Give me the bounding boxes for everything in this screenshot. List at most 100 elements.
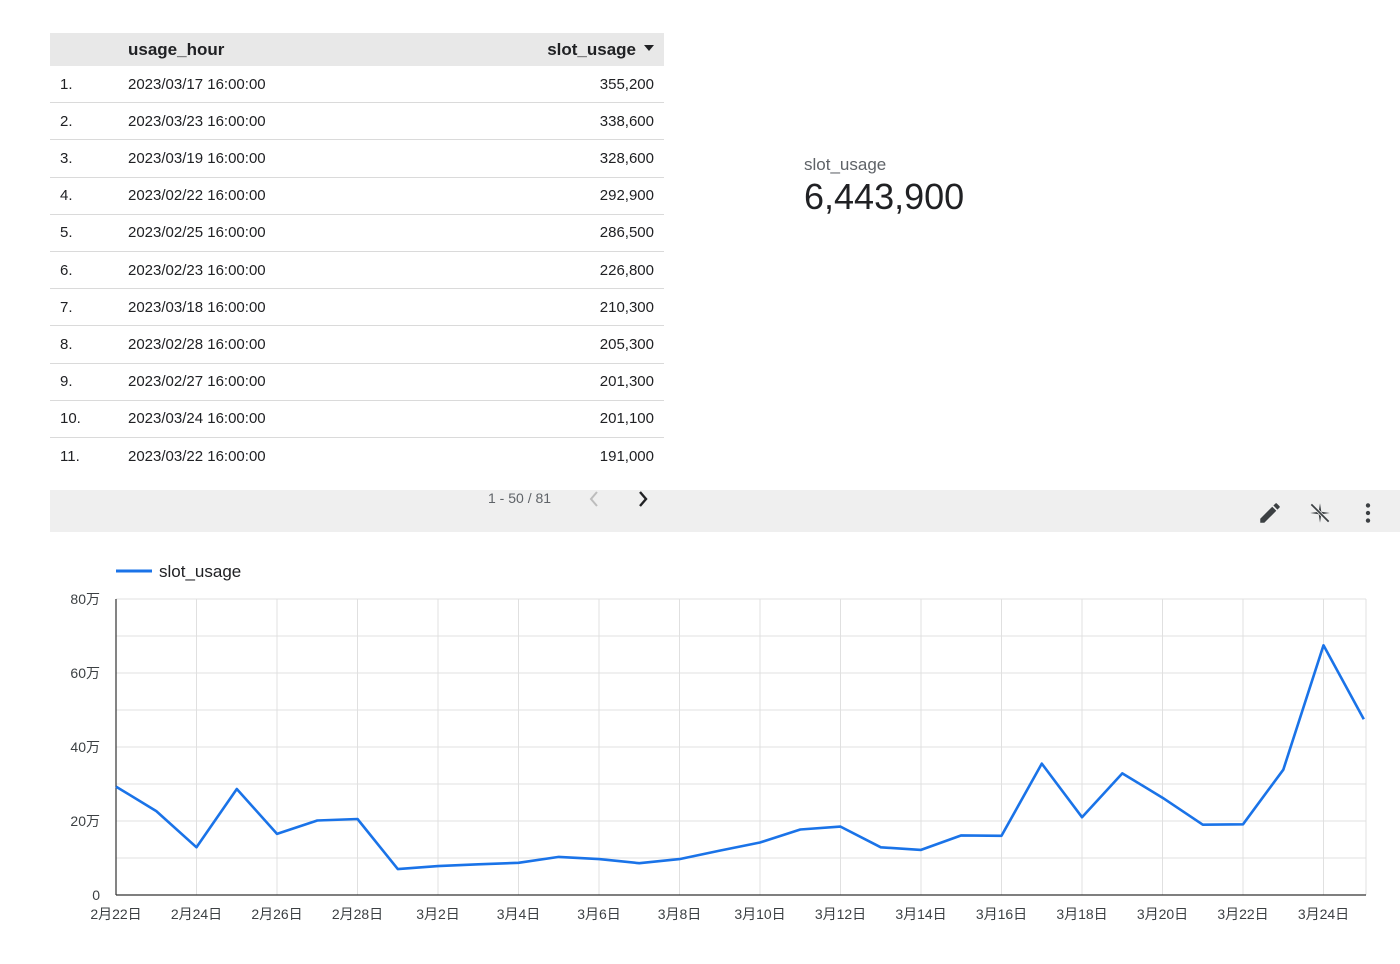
data-point[interactable]	[1077, 812, 1087, 822]
row-index: 11.	[60, 447, 80, 465]
usage-hour-cell: 2023/03/24 16:00:00	[128, 410, 266, 428]
data-point[interactable]	[755, 837, 765, 847]
data-point[interactable]	[393, 864, 403, 874]
chart-axes: 0 20万 40万 60万 80万 2月22日 2月24日 2月26日 2月28日 3月2日 3月4…	[70, 591, 1366, 922]
data-point[interactable]	[151, 806, 161, 816]
chevron-right-icon	[639, 491, 648, 507]
x-tick-label: 3月10日	[734, 906, 785, 922]
series-layer	[111, 640, 1369, 874]
x-tick-label: 3月2日	[416, 906, 460, 922]
data-point[interactable]	[795, 825, 805, 835]
data-point[interactable]	[956, 830, 966, 840]
usage-hour-cell: 2023/02/23 16:00:00	[128, 261, 266, 279]
data-point[interactable]	[1359, 714, 1369, 724]
x-tick-label: 2月22日	[90, 906, 141, 922]
row-index: 7.	[60, 298, 73, 316]
data-point[interactable]	[1238, 819, 1248, 829]
data-point[interactable]	[312, 816, 322, 826]
data-point[interactable]	[594, 854, 604, 864]
table-row[interactable]: 5. 2023/02/25 16:00:00 286,500	[50, 215, 664, 252]
x-tick-label: 3月12日	[815, 906, 866, 922]
x-tick-label: 3月4日	[497, 906, 541, 922]
x-tick-label: 2月28日	[332, 906, 383, 922]
data-point[interactable]	[1037, 759, 1047, 769]
data-point[interactable]	[554, 852, 564, 862]
data-point[interactable]	[836, 822, 846, 832]
row-index: 5.	[60, 224, 73, 242]
explore-button[interactable]	[1307, 500, 1333, 526]
table-row[interactable]: 9. 2023/02/27 16:00:00 201,300	[50, 364, 664, 401]
table-row[interactable]: 10. 2023/03/24 16:00:00 201,100	[50, 401, 664, 438]
data-point[interactable]	[876, 842, 886, 852]
sort-desc-icon	[644, 45, 654, 52]
next-page-button[interactable]	[632, 488, 654, 510]
data-point[interactable]	[1158, 793, 1168, 803]
data-point[interactable]	[192, 842, 202, 852]
data-point[interactable]	[715, 846, 725, 856]
table-row[interactable]: 1. 2023/03/17 16:00:00 355,200	[50, 66, 664, 104]
edit-button[interactable]	[1257, 500, 1283, 526]
slot-usage-cell: 338,600	[599, 112, 654, 130]
table-row[interactable]: 2. 2023/03/23 16:00:00 338,600	[50, 103, 664, 141]
usage-hour-cell: 2023/02/27 16:00:00	[128, 373, 266, 391]
data-point[interactable]	[473, 859, 483, 869]
row-index: 4.	[60, 187, 73, 205]
table-row[interactable]: 7. 2023/03/18 16:00:00 210,300	[50, 289, 664, 327]
table-row[interactable]: 4. 2023/02/22 16:00:00 292,900	[50, 178, 664, 215]
table-row[interactable]: 3. 2023/03/19 16:00:00 328,600	[50, 140, 664, 178]
prev-page-button[interactable]	[584, 488, 606, 510]
x-tick-label: 2月26日	[251, 906, 302, 922]
x-tick-label: 3月24日	[1298, 906, 1349, 922]
data-point[interactable]	[1319, 640, 1329, 650]
slot-usage-cell: 355,200	[599, 75, 654, 93]
data-point[interactable]	[634, 858, 644, 868]
x-tick-label: 2月24日	[171, 906, 222, 922]
usage-hour-cell: 2023/03/18 16:00:00	[128, 298, 266, 316]
table-header: usage_hour slot_usage	[50, 33, 664, 66]
slot-usage-header-label: slot_usage	[547, 39, 636, 59]
usage-hour-cell: 2023/02/22 16:00:00	[128, 187, 266, 205]
table-footer-toolbar: 1 - 50 / 81	[50, 490, 1400, 532]
scorecard: slot_usage 6,443,900	[804, 154, 964, 218]
usage-hour-cell: 2023/02/25 16:00:00	[128, 224, 266, 242]
x-tick-label: 3月16日	[976, 906, 1027, 922]
data-point[interactable]	[232, 784, 242, 794]
data-point[interactable]	[514, 858, 524, 868]
data-point[interactable]	[1278, 765, 1288, 775]
data-point[interactable]	[433, 861, 443, 871]
data-point[interactable]	[997, 831, 1007, 841]
row-index: 3.	[60, 149, 73, 167]
data-point[interactable]	[1117, 768, 1127, 778]
scorecard-value: 6,443,900	[804, 176, 965, 217]
line-chart: slot_usage 0 20万 40万 60万 80万 2月22日 2月24日 2月26日 2…	[70, 562, 1369, 922]
pagination-range: 1 - 50 / 81	[488, 490, 552, 506]
data-point[interactable]	[916, 845, 926, 855]
data-table: usage_hour slot_usage 1. 2023/03/17 16:00…	[50, 33, 664, 475]
scorecard-label: slot_usage	[804, 155, 887, 174]
data-point[interactable]	[353, 814, 363, 824]
row-index: 2.	[60, 112, 73, 130]
data-point[interactable]	[675, 854, 685, 864]
slot-usage-cell: 201,100	[599, 410, 654, 428]
row-index: 10.	[60, 410, 81, 428]
chevron-left-icon	[589, 491, 598, 507]
more-options-button[interactable]	[1355, 500, 1381, 526]
x-tick-label: 3月8日	[658, 906, 702, 922]
chart-legend[interactable]: slot_usage	[116, 562, 241, 581]
usage-hour-column-header[interactable]: usage_hour	[128, 40, 464, 60]
usage-hour-cell: 2023/03/17 16:00:00	[128, 75, 266, 93]
data-point[interactable]	[1198, 820, 1208, 830]
x-tick-label: 3月14日	[895, 906, 946, 922]
table-row[interactable]: 11. 2023/03/22 16:00:00 191,000	[50, 438, 664, 475]
more-vert-icon	[1365, 503, 1371, 523]
usage-hour-cell: 2023/03/19 16:00:00	[128, 149, 266, 167]
data-point[interactable]	[272, 829, 282, 839]
table-row[interactable]: 6. 2023/02/23 16:00:00 226,800	[50, 252, 664, 290]
table-body: 1. 2023/03/17 16:00:00 355,200 2. 2023/03/23…	[50, 66, 664, 475]
table-row[interactable]: 8. 2023/02/28 16:00:00 205,300	[50, 326, 664, 364]
data-point[interactable]	[111, 782, 121, 792]
slot-usage-column-header[interactable]: slot_usage	[464, 40, 664, 60]
y-tick-label: 40万	[70, 739, 100, 755]
dashboard: usage_hour slot_usage 1. 2023/03/17 16:00…	[0, 0, 1400, 964]
x-tick-label: 3月6日	[577, 906, 621, 922]
